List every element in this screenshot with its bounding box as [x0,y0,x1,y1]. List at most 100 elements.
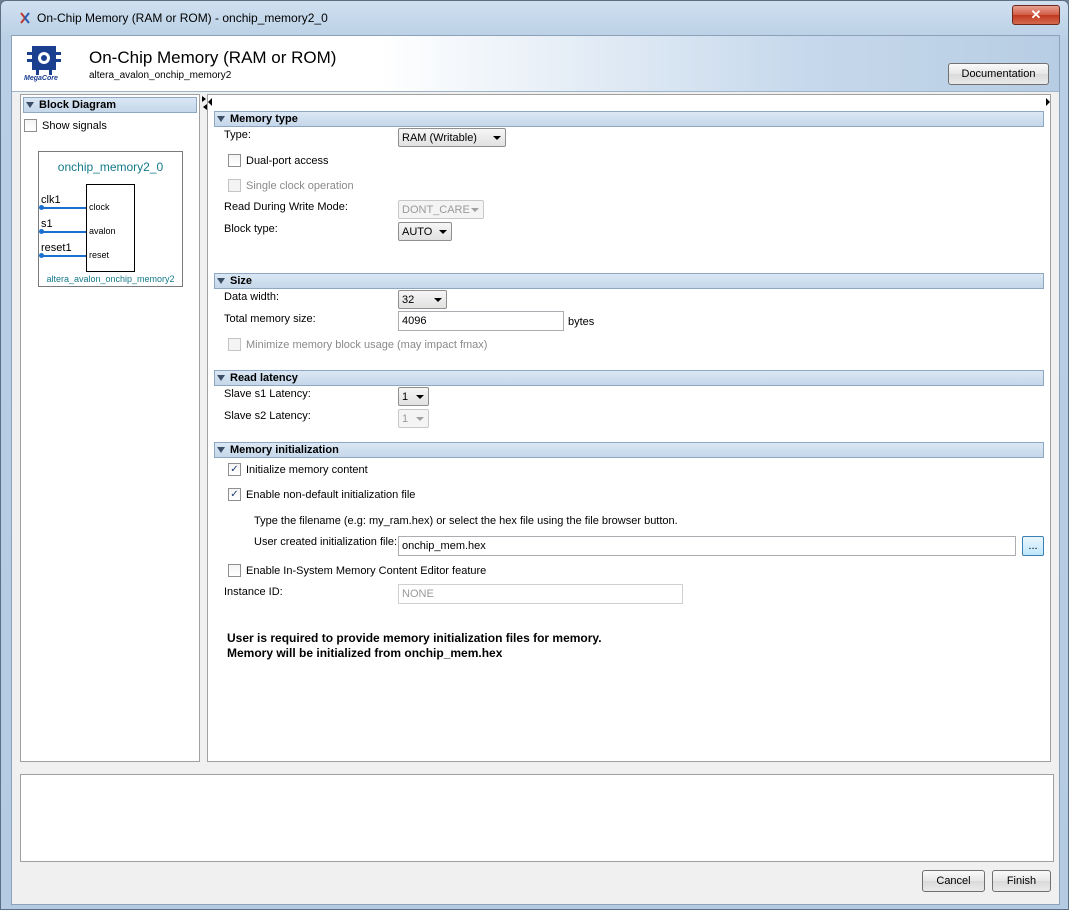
chevron-down-icon [416,417,424,421]
dialog-window: On-Chip Memory (RAM or ROM) - onchip_mem… [0,0,1069,910]
header-title: On-Chip Memory (RAM or ROM) [89,48,337,67]
insystem-checkbox[interactable] [228,564,241,577]
check-icon: ✓ [230,489,239,500]
header-banner: MegaCore On-Chip Memory (RAM or ROM) alt… [12,36,1059,92]
total-memory-label: Total memory size: [224,313,316,325]
init-file-value: onchip_mem.hex [402,540,486,552]
signal-label: clk1 [41,194,61,206]
signal-line [41,207,86,209]
single-clock-checkbox [228,179,241,192]
type-label: Type: [224,129,251,141]
scroll-right-arrow-icon [1046,98,1050,106]
minimize-checkbox [228,338,241,351]
scroll-left-arrow-icon [208,98,212,106]
diagram-instance-name: onchip_memory2_0 [57,160,164,174]
size-title: Size [230,275,253,287]
header-subtitle: altera_avalon_onchip_memory2 [89,70,232,81]
cancel-button[interactable]: Cancel [922,870,985,892]
block-type-select[interactable]: AUTO [398,222,452,241]
finish-button[interactable]: Finish [992,870,1051,892]
logo-text: MegaCore [24,75,58,82]
read-during-write-select: DONT_CARE [398,200,484,219]
collapse-triangle-icon[interactable] [217,278,225,284]
dialog-client: MegaCore On-Chip Memory (RAM or ROM) alt… [11,35,1060,905]
insystem-row[interactable]: Enable In-System Memory Content Editor f… [228,564,486,577]
non-default-checkbox[interactable]: ✓ [228,488,241,501]
s2-latency-label: Slave s2 Latency: [224,410,311,422]
close-button[interactable]: ✕ [1012,5,1060,25]
chevron-down-icon [439,230,447,234]
minimize-row: Minimize memory block usage (may impact … [228,338,487,351]
chevron-down-icon [471,208,479,212]
init-content-label: Initialize memory content [246,463,368,476]
documentation-button[interactable]: Documentation [948,63,1049,85]
collapse-triangle-icon[interactable] [217,375,225,381]
minimize-label: Minimize memory block usage (may impact … [246,338,488,351]
window-title: On-Chip Memory (RAM or ROM) - onchip_mem… [37,11,328,25]
message-area [20,774,1054,862]
signal-dot [39,229,44,234]
read-latency-header[interactable]: Read latency [214,370,1044,386]
block-diagram-panel: Block Diagram Show signals onchip_memory… [20,94,200,762]
non-default-row[interactable]: ✓ Enable non-default initialization file [228,488,415,501]
dual-port-row[interactable]: Dual-port access [228,154,329,167]
port-label: reset [89,250,110,260]
close-icon: ✕ [1030,7,1042,22]
ellipsis-icon: ... [1028,540,1038,552]
init-message-line2: Memory will be initialized from onchip_m… [227,646,503,660]
init-message-line1: User is required to provide memory initi… [227,631,602,645]
read-during-write-value: DONT_CARE [402,203,470,216]
single-clock-label: Single clock operation [246,179,354,192]
signal-line [41,231,86,233]
memory-type-header[interactable]: Memory type [214,111,1044,127]
init-file-hint: Type the filename (e.g: my_ram.hex) or s… [254,515,678,527]
check-icon: ✓ [230,464,239,475]
total-memory-input[interactable]: 4096 [398,311,564,331]
init-file-input[interactable]: onchip_mem.hex [398,536,1016,556]
block-diagram-header[interactable]: Block Diagram [23,97,197,113]
insystem-label: Enable In-System Memory Content Editor f… [246,564,487,577]
port-label: clock [89,202,110,212]
collapse-triangle-icon[interactable] [26,102,34,108]
s1-latency-label: Slave s1 Latency: [224,388,311,400]
chevron-down-icon [416,395,424,399]
megacore-logo: MegaCore [24,44,68,86]
s2-latency-value: 1 [402,412,409,425]
parameters-panel: Memory type Type: RAM (Writable) Dual-po… [207,94,1051,762]
collapse-triangle-icon[interactable] [217,447,225,453]
signal-dot [39,253,44,258]
s1-latency-select[interactable]: 1 [398,387,429,406]
signal-label: s1 [41,218,53,230]
signal-label: reset1 [41,242,72,254]
dual-port-checkbox[interactable] [228,154,241,167]
signal-dot [39,205,44,210]
collapse-triangle-icon[interactable] [217,116,225,122]
instance-id-label: Instance ID: [224,586,283,598]
diagram-component-name: altera_avalon_onchip_memory2 [46,274,175,284]
memory-type-value: RAM (Writable) [402,131,477,144]
user-file-label: User created initialization file: [254,536,398,548]
data-width-select[interactable]: 32 [398,290,447,309]
total-memory-value: 4096 [402,315,427,327]
non-default-label: Enable non-default initialization file [246,488,416,501]
title-bar[interactable]: On-Chip Memory (RAM or ROM) - onchip_mem… [1,1,1068,35]
chevron-down-icon [493,136,501,140]
dual-port-label: Dual-port access [246,154,329,167]
block-diagram-title: Block Diagram [39,99,117,111]
memory-type-select[interactable]: RAM (Writable) [398,128,506,147]
show-signals-checkbox[interactable] [24,119,37,132]
s2-latency-select: 1 [398,409,429,428]
instance-id-value: NONE [402,588,434,600]
memory-type-title: Memory type [230,113,298,125]
total-memory-unit: bytes [568,316,595,328]
block-diagram: onchip_memory2_0 clk1 clock s1 avalon re… [38,151,183,287]
memory-init-header[interactable]: Memory initialization [214,442,1044,458]
size-header[interactable]: Size [214,273,1044,289]
init-content-checkbox[interactable]: ✓ [228,463,241,476]
init-content-row[interactable]: ✓ Initialize memory content [228,463,368,476]
read-during-write-label: Read During Write Mode: [224,201,348,213]
browse-button[interactable]: ... [1022,536,1044,556]
show-signals-row[interactable]: Show signals [24,119,107,132]
block-type-value: AUTO [402,225,433,238]
data-width-label: Data width: [224,291,280,303]
